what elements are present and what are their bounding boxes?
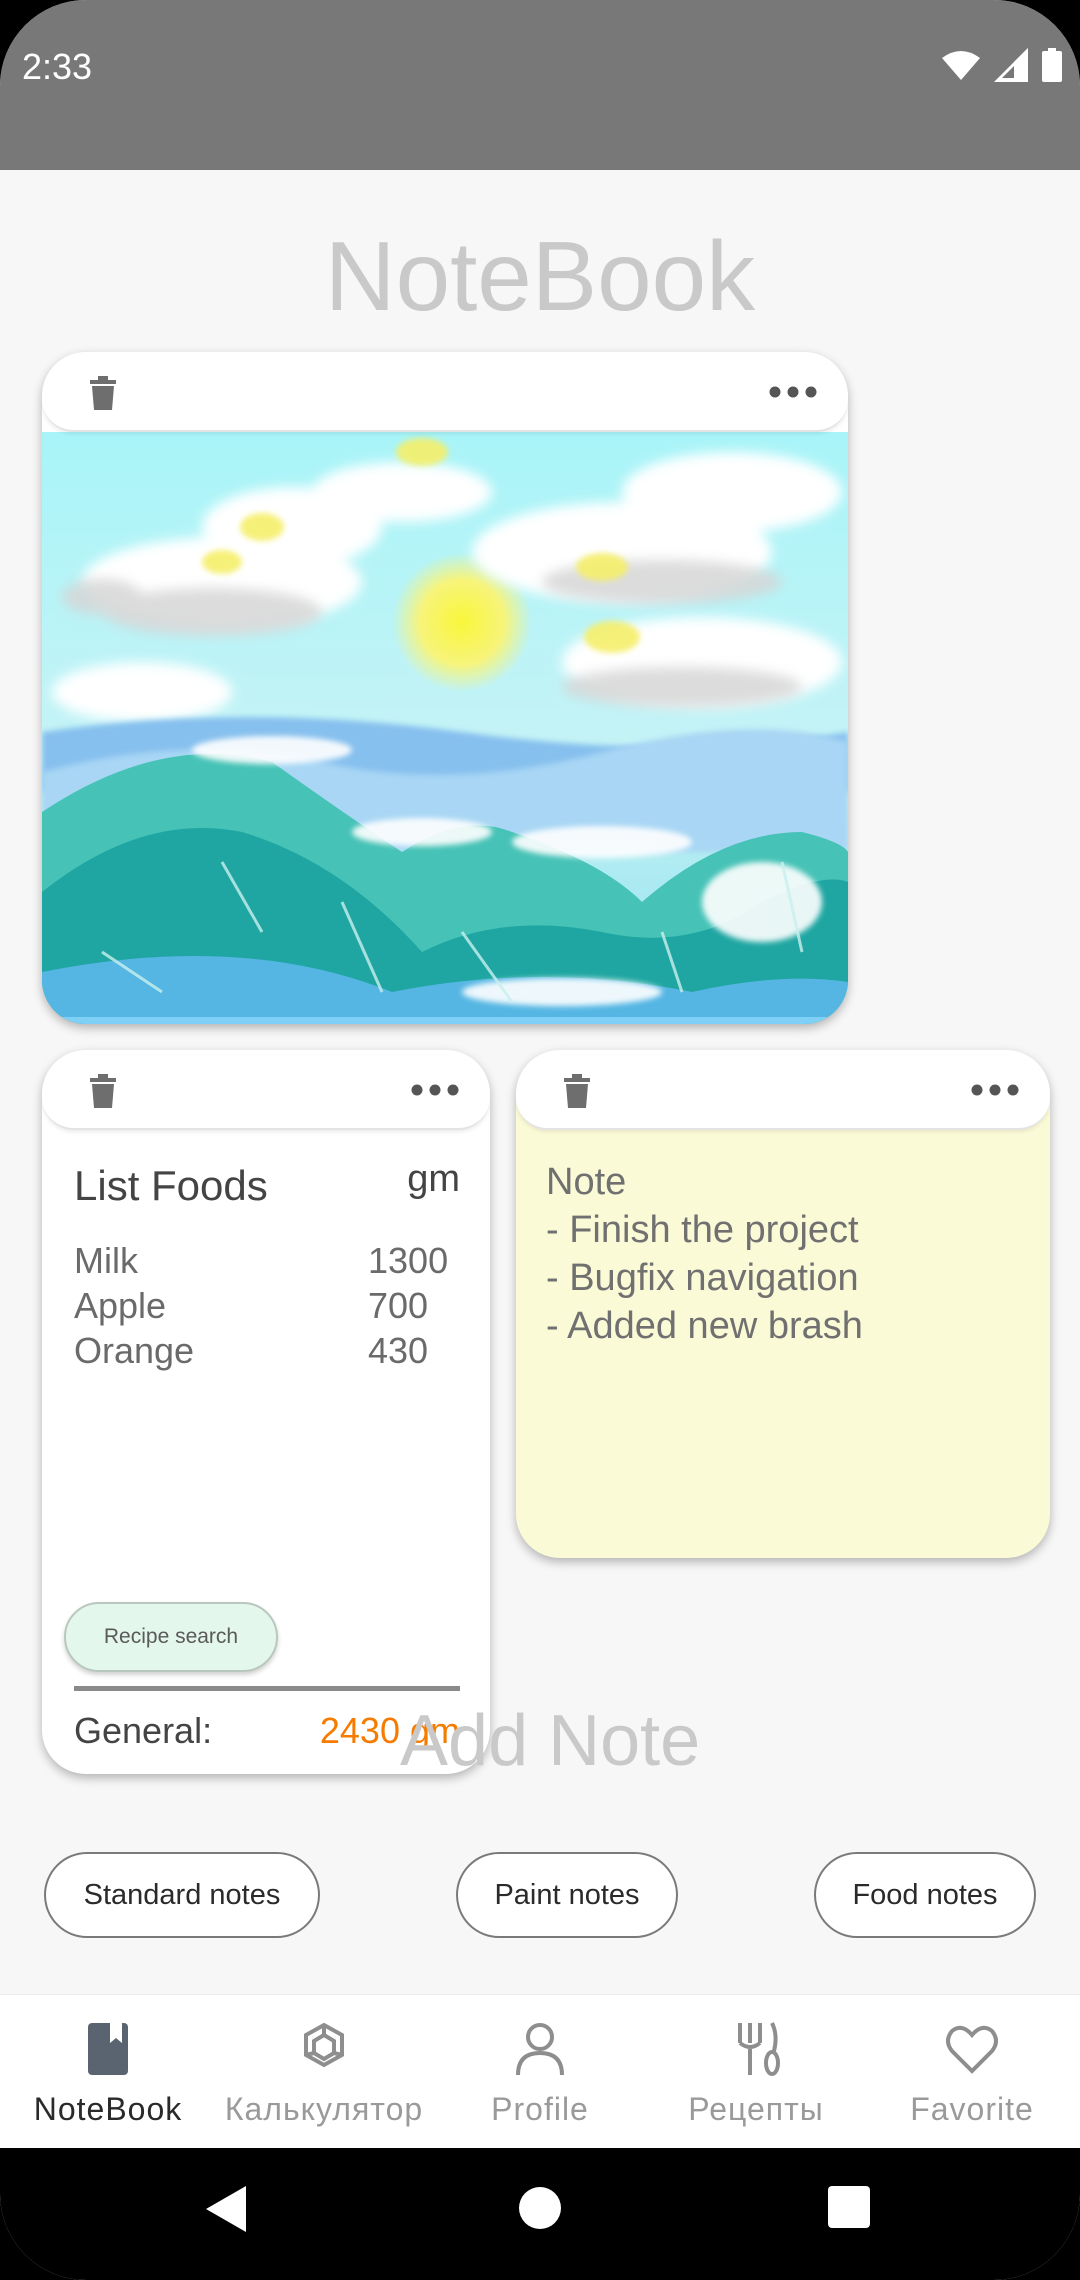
more-horizontal-icon[interactable]	[768, 382, 818, 402]
standard-notes-chip[interactable]: Standard notes	[44, 1852, 320, 1938]
text-note-card[interactable]: Note - Finish the project - Bugfix navig…	[516, 1050, 1050, 1558]
food-qty: 430	[368, 1330, 429, 1371]
food-qty: 1300	[368, 1240, 449, 1281]
nav-item-favorite[interactable]: Favorite	[864, 1995, 1080, 2148]
status-icons	[942, 48, 1062, 82]
nav-item-profile[interactable]: Profile	[432, 1995, 648, 2148]
status-time: 2:33	[22, 46, 93, 87]
app-screen: 2:33 NoteBook List Foods gm Milk 1300 Ap…	[0, 0, 1080, 2280]
home-icon[interactable]	[518, 2186, 562, 2230]
signal-icon	[994, 48, 1028, 82]
nav-item-recipes[interactable]: Рецепты	[648, 1995, 864, 2148]
card-header	[516, 1050, 1050, 1130]
utensils-icon	[738, 2022, 780, 2076]
food-unit-label: gm	[407, 1158, 460, 1200]
person-icon	[516, 2023, 564, 2076]
general-total-label: General:	[74, 1710, 213, 1751]
paint-note-card[interactable]	[42, 352, 848, 1024]
nav-label: Profile	[491, 2091, 589, 2127]
recents-icon[interactable]	[828, 2186, 870, 2228]
book-icon	[88, 2023, 128, 2075]
food-items: Milk 1300 Apple 700 Orange 430	[74, 1238, 454, 1373]
food-notes-chip[interactable]: Food notes	[814, 1852, 1036, 1938]
divider	[74, 1686, 460, 1691]
food-name: Orange	[74, 1330, 195, 1371]
battery-icon	[1042, 48, 1062, 82]
food-row: Milk 1300	[74, 1238, 454, 1283]
page-title: NoteBook	[324, 221, 756, 331]
status-bar: 2:33	[0, 0, 1080, 170]
note-content: Note - Finish the project - Bugfix navig…	[546, 1161, 863, 1347]
recipe-search-button[interactable]: Recipe search	[64, 1602, 278, 1672]
food-qty: 700	[368, 1285, 429, 1326]
bottom-navigation: NoteBook Калькулятор Profile Рецепты Fav…	[0, 1994, 1080, 2148]
nav-label: Калькулятор	[224, 2091, 424, 2127]
food-name: Milk	[74, 1240, 138, 1281]
food-list-title: List Foods	[74, 1162, 268, 1209]
add-note-label[interactable]: Add Note	[400, 1700, 700, 1782]
more-horizontal-icon[interactable]	[970, 1080, 1020, 1100]
nav-label: NoteBook	[33, 2091, 183, 2127]
food-name: Apple	[74, 1285, 167, 1326]
more-horizontal-icon[interactable]	[410, 1080, 460, 1100]
nav-label: Favorite	[910, 2091, 1034, 2127]
wifi-icon	[942, 51, 980, 80]
nav-item-calculator[interactable]: Калькулятор	[216, 1995, 432, 2148]
card-header	[42, 1050, 490, 1130]
nav-item-notebook[interactable]: NoteBook	[0, 1995, 216, 2148]
trash-icon[interactable]	[562, 1074, 592, 1108]
food-row: Orange 430	[74, 1328, 454, 1373]
nav-label: Рецепты	[688, 2091, 824, 2127]
trash-icon[interactable]	[88, 376, 118, 410]
food-row: Apple 700	[74, 1283, 454, 1328]
food-list-card[interactable]: List Foods gm Milk 1300 Apple 700 Orange…	[42, 1050, 490, 1774]
hexagon-icon	[304, 2022, 344, 2068]
heart-icon	[946, 2025, 998, 2074]
system-navigation-bar	[0, 2148, 1080, 2280]
card-header	[42, 352, 848, 432]
back-icon[interactable]	[206, 2186, 246, 2232]
paint-notes-chip[interactable]: Paint notes	[456, 1852, 678, 1938]
trash-icon[interactable]	[88, 1074, 118, 1108]
painting-image	[42, 432, 848, 1024]
